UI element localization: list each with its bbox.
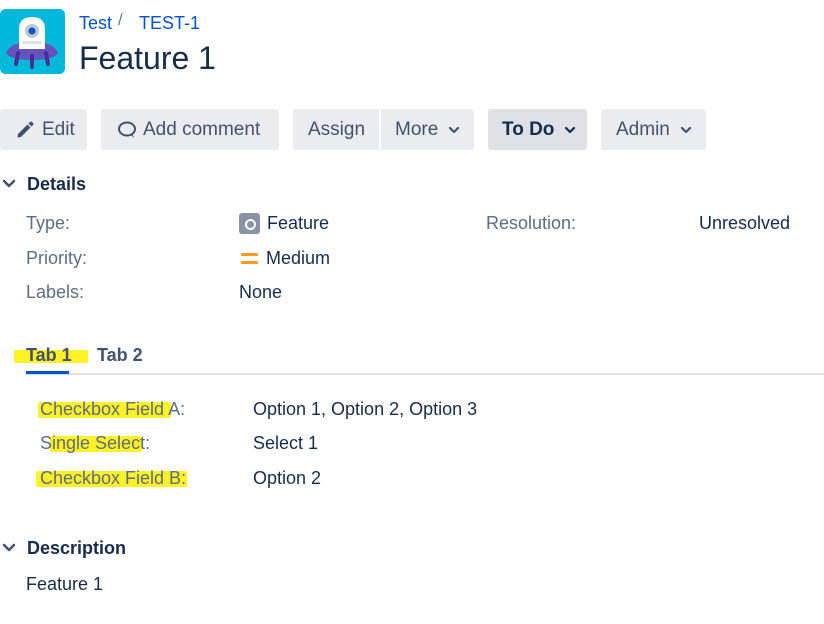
breadcrumb-issue-key[interactable]: TEST-1 xyxy=(139,13,200,34)
description-heading: Description xyxy=(27,538,127,558)
add-comment-button-label: Add comment xyxy=(143,118,261,140)
priority-value: Medium xyxy=(266,248,331,268)
tab-1[interactable]: Tab 1 xyxy=(26,345,72,366)
admin-button[interactable]: Admin xyxy=(601,109,706,150)
status-dropdown[interactable]: To Do xyxy=(488,109,587,150)
assign-button[interactable]: Assign xyxy=(293,109,379,150)
more-button[interactable]: More xyxy=(381,109,474,150)
priority-label: Priority: xyxy=(26,248,88,268)
project-avatar[interactable] xyxy=(0,9,65,74)
checkbox-field-b-value[interactable]: Option 2 xyxy=(253,468,321,489)
feature-type-icon xyxy=(239,213,260,234)
more-button-label: More xyxy=(395,118,439,140)
chevron-down-icon xyxy=(565,126,576,133)
resolution-label: Resolution: xyxy=(486,213,577,233)
breadcrumb-project-link[interactable]: Test xyxy=(79,13,112,34)
type-value: Feature xyxy=(267,213,330,233)
tab-divider xyxy=(26,373,824,375)
issue-title: Feature 1 xyxy=(79,40,216,76)
labels-label: Labels: xyxy=(26,282,85,302)
checkbox-field-a-value[interactable]: Option 1, Option 2, Option 3 xyxy=(253,399,477,420)
chevron-down-icon xyxy=(2,179,16,188)
details-toggle[interactable]: Details xyxy=(2,174,86,195)
description-text[interactable]: Feature 1 xyxy=(26,574,103,595)
type-label: Type: xyxy=(26,213,71,233)
single-select-label: Single Select: xyxy=(40,433,151,453)
status-label: To Do xyxy=(502,118,555,140)
chevron-down-icon xyxy=(680,126,691,133)
priority-medium-icon xyxy=(241,251,258,267)
assign-button-label: Assign xyxy=(308,118,366,140)
chevron-down-icon xyxy=(449,126,460,133)
labels-value[interactable]: None xyxy=(239,282,282,303)
comment-icon xyxy=(118,121,136,138)
single-select-value[interactable]: Select 1 xyxy=(253,433,318,454)
description-toggle[interactable]: Description xyxy=(2,538,126,559)
chevron-down-icon xyxy=(2,543,16,552)
checkbox-field-b-label: Checkbox Field B: xyxy=(40,468,187,488)
active-tab-indicator xyxy=(26,371,69,374)
edit-button-label: Edit xyxy=(42,118,75,140)
breadcrumb-separator: / xyxy=(118,10,123,29)
tab-2[interactable]: Tab 2 xyxy=(97,345,143,366)
resolution-value: Unresolved xyxy=(699,213,791,233)
checkbox-field-a-label: Checkbox Field A: xyxy=(40,399,186,419)
edit-button[interactable]: Edit xyxy=(0,109,87,150)
alien-ufo-icon xyxy=(0,9,65,74)
add-comment-button[interactable]: Add comment xyxy=(101,109,279,150)
pencil-icon xyxy=(17,121,34,137)
admin-button-label: Admin xyxy=(616,118,670,140)
details-heading: Details xyxy=(27,174,87,194)
